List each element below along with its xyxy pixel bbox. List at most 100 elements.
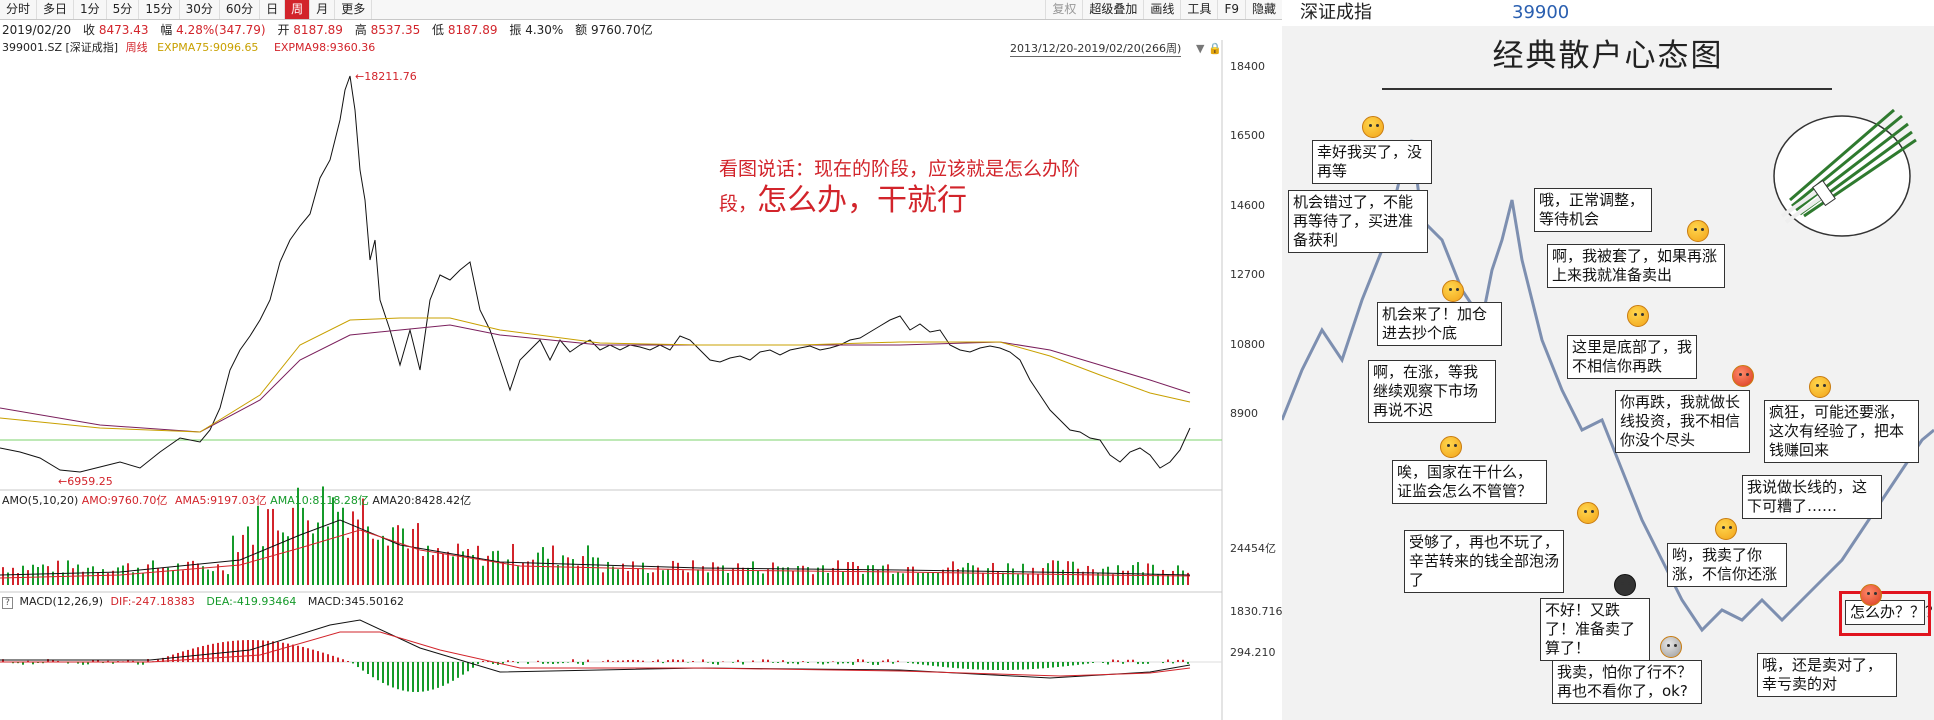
volume-bar — [437, 548, 439, 585]
highlight-box — [1839, 591, 1931, 636]
volume-bar — [32, 564, 34, 585]
annoyed-emoji-icon — [1627, 305, 1649, 327]
macd-bar — [787, 662, 789, 664]
volume-bar — [612, 566, 614, 585]
macd-bar — [1187, 662, 1189, 664]
volume-bar — [1152, 564, 1154, 585]
macd-bar — [637, 660, 639, 662]
macd-bar — [862, 659, 864, 662]
volume-bar — [587, 545, 589, 585]
macd-bar — [782, 660, 784, 662]
price-axis-tick: 10800 — [1230, 338, 1265, 351]
volume-bar — [282, 532, 284, 585]
macd-bar — [807, 662, 809, 663]
volume-bar — [912, 566, 914, 585]
mood-bubble: 幸好我买了，没再等 — [1312, 140, 1432, 184]
volume-bar — [982, 572, 984, 585]
chives-icon — [1773, 108, 1917, 237]
macd-bar — [627, 659, 629, 662]
macd-bar — [1117, 660, 1119, 662]
volume-bar — [852, 561, 854, 585]
macd-bar — [437, 662, 439, 688]
macd-bar — [277, 641, 279, 662]
volume-bar — [832, 567, 834, 585]
volume-bar — [12, 567, 14, 585]
volume-bar — [1182, 570, 1184, 585]
macd-bar — [577, 662, 579, 664]
volume-bar — [307, 520, 309, 585]
ema98-line — [0, 324, 1191, 433]
volume-bar — [402, 528, 404, 585]
macd-bar — [207, 644, 209, 662]
volume-bar — [482, 565, 484, 585]
macd-bar — [367, 662, 369, 674]
macd-value: MACD:345.50162 — [307, 595, 404, 608]
help-icon[interactable]: ? — [2, 597, 13, 609]
volume-bar — [817, 567, 819, 585]
volume-bar — [577, 565, 579, 585]
volume-bar — [707, 572, 709, 585]
ama5-value: AMA5:9197.03亿 — [174, 494, 267, 507]
mood-bubble: 哟，我卖了你涨，不信你还涨 — [1667, 543, 1787, 587]
volume-bar — [567, 557, 569, 585]
high-price-value: 18211.76 — [364, 70, 417, 83]
macd-bar — [1022, 662, 1024, 670]
volume-bar — [597, 557, 599, 585]
volume-bar — [807, 567, 809, 585]
macd-bar — [867, 662, 869, 663]
macd-bar — [717, 662, 719, 665]
macd-bar — [767, 659, 769, 662]
macd-bar — [802, 661, 804, 662]
volume-bar — [772, 562, 774, 585]
volume-bar — [367, 526, 369, 585]
volume-bar — [312, 533, 314, 585]
volume-bar — [277, 530, 279, 585]
macd-bar — [222, 642, 224, 662]
macd-bar — [582, 662, 584, 665]
macd-bar — [472, 662, 474, 668]
macd-bar — [847, 662, 849, 664]
volume-bar — [1092, 569, 1094, 585]
macd-bar — [312, 649, 314, 662]
macd-bar — [507, 660, 509, 662]
volume-bar — [212, 571, 214, 585]
volume-bar — [117, 567, 119, 585]
macd-bar — [377, 662, 379, 681]
volume-bar — [867, 565, 869, 585]
volume-bar — [1057, 560, 1059, 585]
macd-bar — [932, 662, 934, 666]
annotation-line2: 段，怎么办，干就行 — [719, 184, 1199, 221]
volume-bar — [1162, 569, 1164, 585]
macd-bar — [407, 662, 409, 692]
macd-bar — [257, 640, 259, 662]
macd-bar — [252, 640, 254, 662]
macd-bar — [1137, 662, 1139, 665]
amo-value: AMO:9760.70亿 — [81, 494, 168, 507]
volume-bar — [727, 572, 729, 585]
macd-bar — [922, 662, 924, 665]
macd-bar — [527, 662, 529, 664]
macd-bar — [342, 659, 344, 662]
macd-bar — [1162, 662, 1164, 664]
volume-bar — [227, 574, 229, 585]
volume-bar — [662, 570, 664, 585]
macd-bar — [897, 660, 899, 662]
volume-bar — [172, 570, 174, 585]
volume-bar — [97, 571, 99, 585]
price-axis-tick: 14600 — [1230, 199, 1265, 212]
volume-bar — [202, 566, 204, 585]
macd-bar — [617, 660, 619, 662]
volume-bar — [652, 572, 654, 585]
volume-bar — [457, 543, 459, 585]
macd-bar — [1062, 662, 1064, 667]
macd-bar — [1172, 662, 1174, 664]
cartoon-index-name: 深证成指 — [1300, 2, 1372, 23]
volume-bar — [507, 559, 509, 585]
volume-bar — [292, 507, 294, 585]
macd-bar — [1142, 662, 1144, 664]
macd-bar — [702, 659, 704, 662]
macd-bar — [672, 659, 674, 662]
dea-value: DEA:-419.93464 — [206, 595, 297, 608]
price-axis-tick: 18400 — [1230, 60, 1265, 73]
volume-bar — [882, 565, 884, 585]
